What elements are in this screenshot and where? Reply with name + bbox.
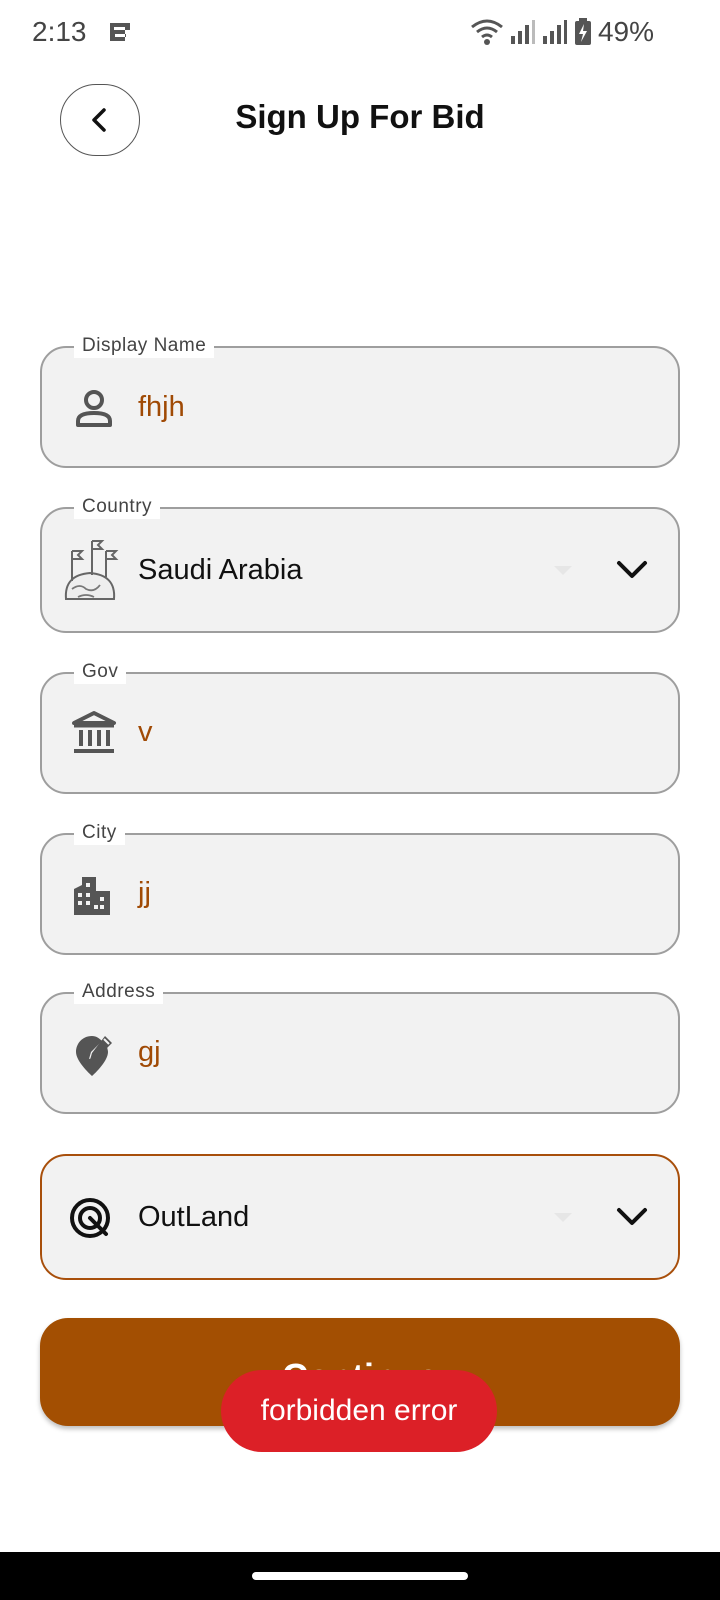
dropdown-arrow-icon-2 — [554, 1213, 572, 1222]
person-icon — [76, 390, 112, 427]
battery-charging-icon — [574, 18, 591, 45]
address-input[interactable]: gj — [138, 1034, 161, 1070]
wifi-icon — [471, 19, 503, 45]
location-type-dropdown[interactable]: OutLand — [40, 1154, 680, 1280]
city-field[interactable]: City jj — [40, 821, 680, 955]
display-name-input[interactable]: fhjh — [138, 389, 185, 425]
signal-icon — [510, 20, 535, 44]
country-dropdown[interactable]: Country Saudi Arabia — [40, 495, 680, 633]
address-field[interactable]: Address gj — [40, 980, 680, 1114]
status-time: 2:13 — [32, 16, 87, 47]
status-bar: 2:13 49% — [0, 0, 720, 66]
chevron-down-icon[interactable] — [612, 550, 652, 590]
location-type-value: OutLand — [138, 1201, 250, 1233]
target-icon — [70, 1198, 110, 1238]
gov-field[interactable]: Gov v — [40, 660, 680, 794]
home-gesture-handle[interactable] — [252, 1572, 468, 1580]
signal-icon-2 — [542, 20, 567, 44]
display-name-label: Display Name — [74, 334, 215, 358]
location-edit-icon — [76, 1036, 112, 1076]
gov-label: Gov — [74, 660, 127, 684]
navigation-bar — [0, 1552, 720, 1600]
display-name-field[interactable]: Display Name fhjh — [40, 334, 680, 468]
notification-icon — [110, 23, 130, 41]
dropdown-arrow-icon — [554, 566, 572, 575]
country-value: Saudi Arabia — [138, 554, 303, 586]
city-input[interactable]: jj — [138, 875, 151, 911]
globe-flags-icon — [64, 540, 119, 600]
battery-percent: 49% — [597, 16, 654, 47]
country-label: Country — [74, 495, 161, 519]
page-title: Sign Up For Bid — [235, 98, 485, 135]
error-toast: forbidden error — [221, 1370, 497, 1452]
buildings-icon — [74, 877, 110, 915]
status-indicators: 49% — [470, 16, 654, 48]
chevron-down-icon[interactable] — [612, 1197, 652, 1237]
bank-icon — [72, 711, 116, 753]
address-label: Address — [74, 980, 164, 1004]
city-label: City — [74, 821, 125, 845]
gov-input[interactable]: v — [138, 714, 153, 750]
